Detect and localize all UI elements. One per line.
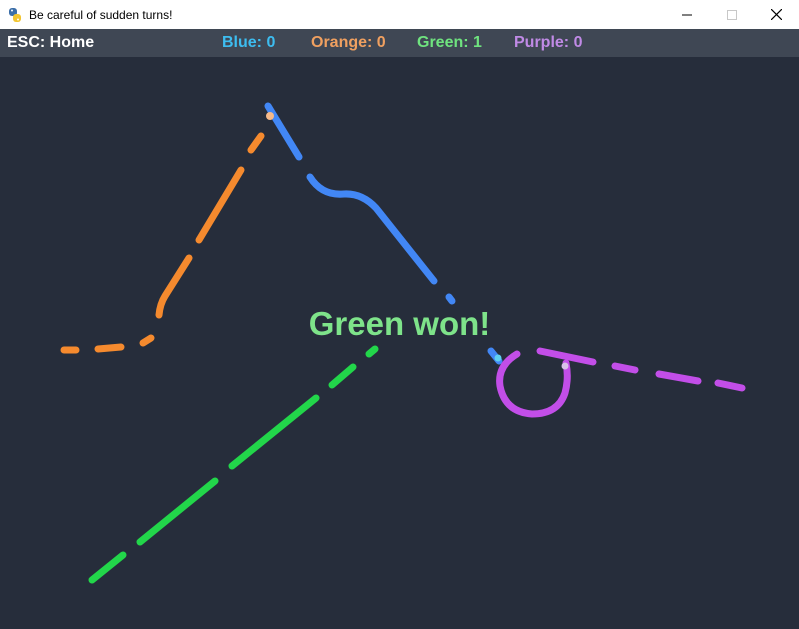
score-orange: Orange: 0 [311, 34, 386, 51]
purple-trail [496, 347, 746, 418]
python-snake-icon [9, 7, 21, 22]
game-canvas[interactable]: Green won! [0, 57, 799, 629]
game-field [60, 102, 746, 584]
maximize-icon [726, 9, 737, 20]
score-green: Green: 1 [417, 34, 482, 51]
window-controls [664, 0, 799, 29]
score-purple: Purple: 0 [514, 34, 583, 51]
purple-head [561, 362, 569, 370]
score-blue: Blue: 0 [222, 34, 276, 51]
close-button[interactable] [754, 0, 799, 29]
window-title: Be careful of sudden turns! [29, 7, 173, 22]
close-icon [771, 9, 782, 20]
blue-head [494, 354, 502, 362]
green-trail [88, 345, 379, 584]
minimize-button[interactable] [664, 0, 709, 29]
winner-message: Green won! [308, 305, 491, 342]
home-hint[interactable]: ESC: Home [7, 34, 94, 52]
maximize-button[interactable] [709, 0, 754, 29]
window-titlebar: Be careful of sudden turns! [0, 0, 799, 29]
minimize-icon [681, 14, 692, 15]
orange-head [266, 112, 274, 120]
score-bar: ESC: Home Blue: 0 Orange: 0 Green: 1 Pur… [0, 29, 799, 57]
